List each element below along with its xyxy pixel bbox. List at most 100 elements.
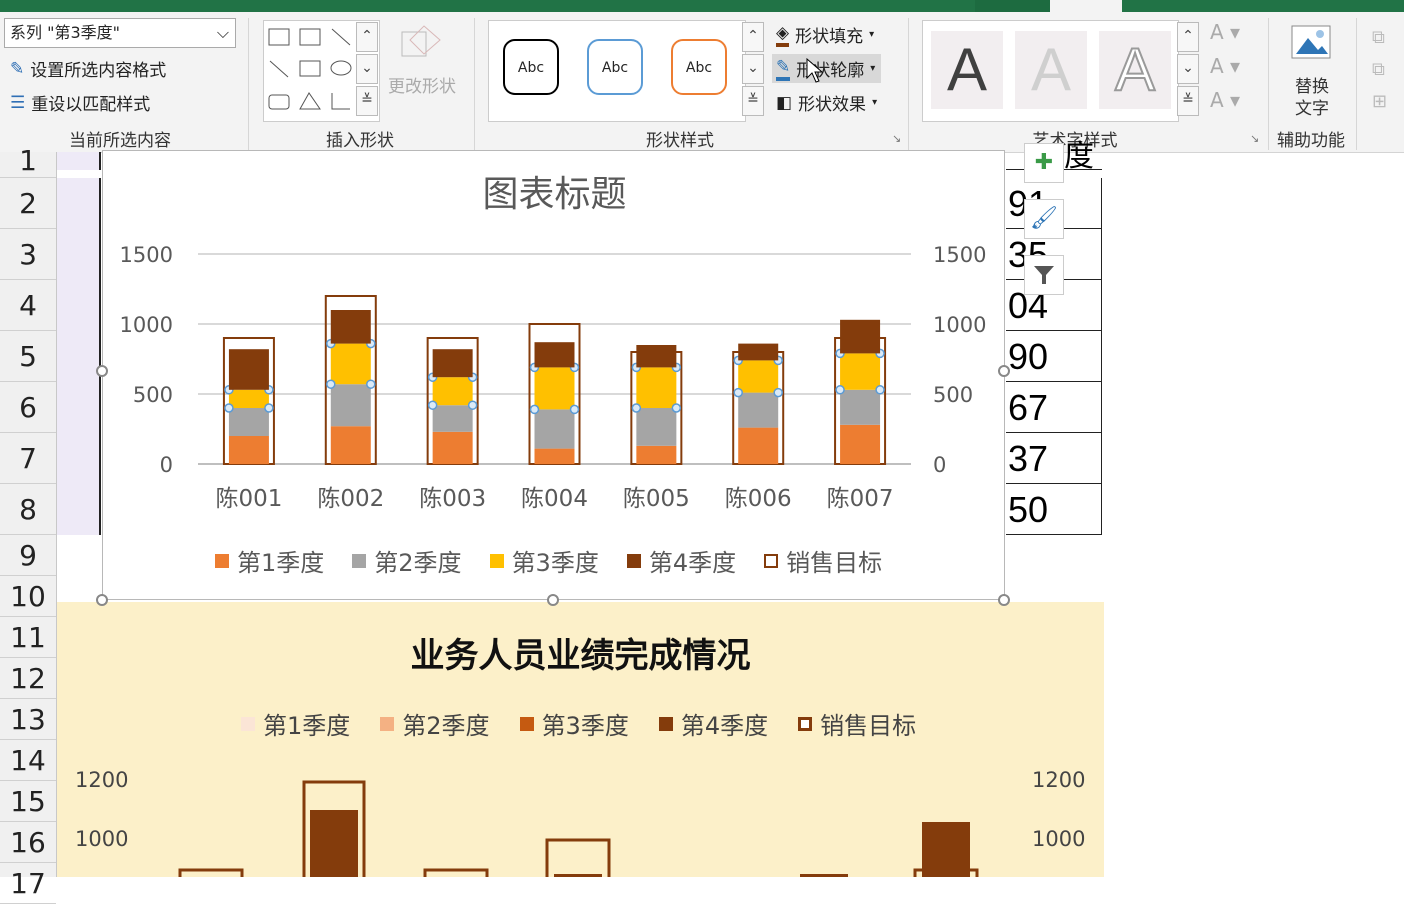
row-number[interactable]: 1 [0,144,56,178]
dialog-launcher-icon[interactable]: ↘ [1250,132,1259,145]
style-gallery-up[interactable]: ⌃ [742,22,764,52]
selected-cell[interactable] [57,280,101,331]
row-number[interactable]: 6 [0,382,56,433]
selected-cell[interactable] [57,152,101,170]
series-selection-handle [366,379,376,389]
shape-fill-button[interactable]: ◈ 形状填充 ▾ [776,22,874,47]
style-preset-orange[interactable]: Abc [671,39,727,95]
chart-filter-icon[interactable] [1024,255,1064,295]
resize-handle-bottom[interactable] [547,594,559,606]
shape-outline-button[interactable]: ✎ 形状轮廓 ▾ [772,54,882,83]
selected-cell[interactable] [57,331,101,382]
chart2-target-bar [545,838,611,877]
text-effects-icon[interactable]: A ▾ [1210,88,1240,112]
legend-label: 第3季度 [511,549,599,577]
dialog-launcher-icon[interactable]: ↘ [892,132,901,145]
style-preset-blue[interactable]: Abc [587,39,643,95]
legend-item[interactable]: 第3季度 [489,543,599,578]
selected-cell[interactable] [57,484,101,535]
active-tab[interactable] [1050,0,1122,12]
resize-handle-right[interactable] [998,365,1010,377]
row-number[interactable]: 15 [0,781,56,822]
gallery-down-button[interactable]: ⌄ [356,54,378,84]
wordart-preset[interactable]: A [931,31,1003,109]
legend-swatch [215,553,229,568]
category-label: 陈004 [521,486,588,512]
row-number[interactable]: 5 [0,331,56,382]
chart-sales-performance[interactable]: 业务人员业绩完成情况 第1季度 第2季度 第3季度 第4季度 销售目标 1200 100… [57,602,1104,877]
alt-text-button[interactable] [1290,22,1334,70]
right-col-cell[interactable]: 50 [1006,484,1102,535]
legend-item[interactable]: 第4季度 [626,543,736,578]
wordart-gallery[interactable]: A A A [922,20,1179,122]
bar-第2季度 [840,389,881,425]
chevron-down-icon: ▾ [869,29,875,40]
selection-dropdown[interactable]: 系列 "第3季度" ⌵ [4,18,236,48]
resize-handle-bottom-left[interactable] [96,594,108,606]
row-number[interactable]: 12 [0,658,56,699]
shape-effects-button[interactable]: ◧ 形状效果 ▾ [776,90,878,116]
wordart-gallery-up[interactable]: ⌃ [1177,22,1199,52]
gallery-up-button[interactable]: ⌃ [356,22,378,52]
row-number[interactable]: 13 [0,699,56,740]
legend-swatch [352,553,367,568]
row-number[interactable]: 10 [0,576,56,617]
group-label-accessibility: 辅助功能 [1277,131,1345,151]
legend-item[interactable]: 第2季度 [352,543,462,578]
style-preset-black[interactable]: Abc [503,39,559,95]
chart-quarterly-sales[interactable]: 图表标题 0 0 500 500 1000 1000 1500 1500 陈001 陈002 陈00… [102,150,1005,600]
resize-handle-left[interactable] [96,365,108,377]
reset-style-button[interactable]: ☰ 重设以匹配样式 [10,90,150,116]
effects-icon: ◧ [776,92,793,113]
legend-item[interactable]: 销售目标 [764,543,882,578]
selected-cell[interactable] [57,382,101,433]
preset-label: Abc [601,60,629,76]
series-selection-handle [224,403,234,413]
edit-shape-button[interactable]: 更改形状 [388,72,456,97]
selected-cell[interactable] [57,433,101,484]
preset-label: Abc [517,60,545,76]
chevron-down-icon: ▾ [872,97,878,108]
shape-fill-label: 形状填充 [795,27,864,47]
wordart-preset[interactable]: A [1015,31,1087,109]
bar-第1季度 [636,445,677,464]
chart-elements-plus-icon[interactable]: ✚ [1024,143,1064,183]
text-fill-icon[interactable]: A ▾ [1210,20,1240,44]
legend-item[interactable]: 第1季度 [215,543,324,578]
chart-styles-brush-icon[interactable]: 🖌 [1024,199,1064,239]
legend-swatch [626,553,641,568]
row-number[interactable]: 9 [0,535,56,576]
wordart-gallery-down[interactable]: ⌄ [1177,54,1199,84]
row-number[interactable]: 4 [0,280,56,331]
bar-第3季度 [330,343,371,385]
row-number[interactable]: 7 [0,433,56,484]
right-col-cell[interactable]: 67 [1006,382,1102,433]
right-col-cell[interactable]: 37 [1006,433,1102,484]
row-number[interactable]: 3 [0,229,56,280]
row-number[interactable]: 16 [0,822,56,863]
text-outline-icon[interactable]: A ▾ [1210,54,1240,78]
selected-cell[interactable] [57,229,101,280]
bar-第1季度 [432,431,473,464]
row-number[interactable]: 8 [0,484,56,535]
row-number[interactable]: 11 [0,617,56,658]
style-gallery-more[interactable]: ≚ [742,86,764,116]
row-number[interactable]: 14 [0,740,56,781]
chevron-down-icon: ⌵ [216,23,229,42]
row-headers: 1 2 3 4 5 6 7 8 9 10 11 12 13 14 15 16 17 [0,144,57,904]
resize-handle-bottom-right[interactable] [998,594,1010,606]
chart2-target-bar [178,868,244,877]
wordart-gallery-more[interactable]: ≚ [1177,86,1199,116]
format-selection-button[interactable]: ✎ 设置所选内容格式 [10,56,166,82]
bar-第3季度 [228,389,269,408]
shape-style-gallery[interactable]: Abc Abc Abc [488,20,746,122]
selected-cell[interactable] [57,178,101,229]
arrange-icons[interactable]: ⧉ ⧉ ⊞ [1372,22,1387,118]
gallery-more-button[interactable]: ≚ [356,86,378,116]
right-col-cell[interactable]: 90 [1006,331,1102,382]
wordart-preset[interactable]: A [1099,31,1171,109]
row-number[interactable]: 2 [0,178,56,229]
series-selection-handle [264,403,274,413]
style-gallery-down[interactable]: ⌄ [742,54,764,84]
row-number[interactable]: 17 [0,863,56,904]
